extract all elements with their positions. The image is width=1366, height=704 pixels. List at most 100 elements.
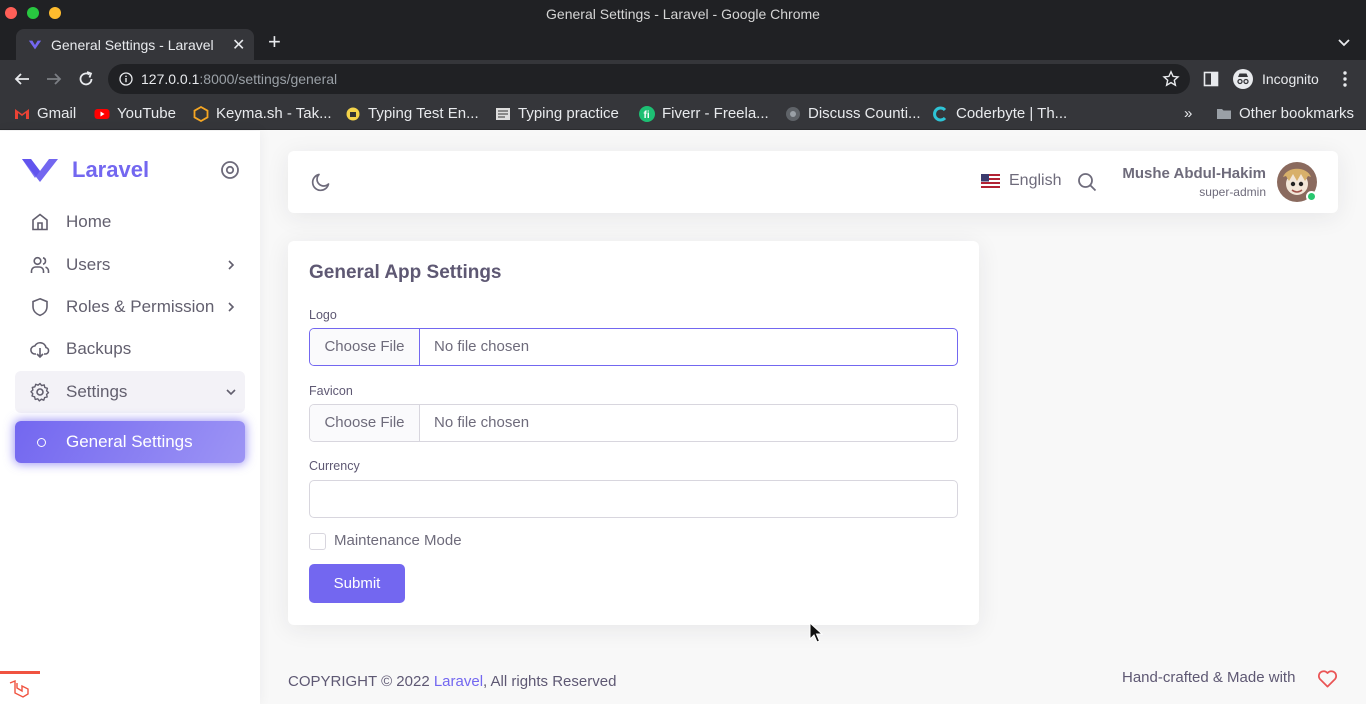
currency-label: Currency — [309, 459, 360, 473]
typingtest-icon — [346, 107, 360, 120]
sidebar-item-label: Home — [66, 212, 112, 231]
sidebar-toggle-icon[interactable] — [220, 160, 240, 180]
bookmark-discuss[interactable]: Discuss Counti... — [785, 105, 921, 122]
logo-label: Logo — [309, 308, 337, 322]
new-tab-button[interactable]: + — [268, 30, 281, 54]
shield-icon — [32, 297, 48, 317]
bookmark-coderbyte[interactable]: Coderbyte | Th... — [933, 105, 1067, 122]
sidebar: Laravel Home Users Roles & Permission Ba… — [0, 131, 260, 704]
url-text: 127.0.0.1:8000/settings/general — [141, 71, 337, 87]
bookmark-fiverr[interactable]: fi Fiverr - Freela... — [639, 105, 769, 122]
submit-button[interactable]: Submit — [309, 564, 405, 603]
bookmarks-bar: Gmail YouTube Keyma.sh - Tak... Typing T… — [0, 98, 1366, 130]
footer-copyright: COPYRIGHT © 2022 Laravel, All rights Res… — [288, 673, 616, 690]
browser-menu-icon[interactable] — [1336, 70, 1354, 88]
url-path: :8000/settings/general — [199, 71, 338, 87]
footer-brand-link[interactable]: Laravel — [434, 673, 483, 690]
maintenance-mode-label[interactable]: Maintenance Mode — [334, 532, 462, 549]
forward-arrow-icon[interactable] — [45, 70, 63, 88]
user-name[interactable]: Mushe Abdul-Hakim — [1122, 165, 1266, 182]
bookmark-star-icon[interactable] — [1162, 70, 1180, 88]
logo-choose-file-button[interactable]: Choose File — [310, 329, 420, 365]
reload-icon[interactable] — [77, 70, 95, 88]
sidebar-item-label: General Settings — [66, 432, 193, 451]
sidebar-item-label: Settings — [66, 382, 128, 401]
bookmark-label: Keyma.sh - Tak... — [216, 105, 332, 122]
bookmark-gmail[interactable]: Gmail — [14, 105, 76, 122]
tab-strip: General Settings - Laravel ✕ + — [0, 26, 1366, 60]
other-bookmarks[interactable]: Other bookmarks — [1216, 105, 1354, 122]
home-icon — [32, 213, 48, 231]
gmail-icon — [15, 108, 29, 119]
back-arrow-icon[interactable] — [13, 70, 31, 88]
currency-input[interactable] — [309, 480, 958, 518]
site-info-icon[interactable] — [119, 72, 133, 86]
folder-icon — [1217, 108, 1231, 119]
browser-tab[interactable]: General Settings - Laravel ✕ — [16, 29, 254, 60]
logo-file-input[interactable]: Choose File No file chosen — [309, 328, 958, 366]
footer-crafted-text: Hand-crafted & Made with — [1122, 669, 1296, 686]
laravel-logo-icon[interactable] — [22, 157, 58, 183]
sidebar-item-home[interactable]: Home — [15, 201, 245, 243]
brand-name[interactable]: Laravel — [72, 157, 149, 183]
incognito-label: Incognito — [1262, 71, 1319, 87]
bookmark-label: Typing practice — [518, 105, 619, 122]
address-bar[interactable]: 127.0.0.1:8000/settings/general — [108, 64, 1190, 94]
sidebar-item-label: Roles & Permission — [66, 297, 215, 316]
window-titlebar: General Settings - Laravel - Google Chro… — [0, 0, 1366, 26]
favicon-choose-file-button[interactable]: Choose File — [310, 405, 420, 441]
keymash-icon — [193, 105, 209, 122]
chevron-right-icon — [228, 260, 235, 270]
laravel-favicon-icon — [28, 40, 42, 50]
chevron-down-icon — [226, 389, 236, 396]
sidebar-item-label: Backups — [66, 339, 132, 358]
heart-icon — [1318, 670, 1337, 688]
sidebar-item-label: Users — [66, 255, 111, 274]
incognito-profile-button[interactable]: Incognito — [1230, 65, 1328, 93]
favicon-file-status: No file chosen — [434, 414, 530, 431]
side-panel-icon[interactable] — [1203, 71, 1219, 87]
general-settings-card: General App Settings Logo Choose File No… — [288, 241, 979, 625]
sidebar-item-users[interactable]: Users — [15, 244, 245, 286]
user-role: super-admin — [1199, 185, 1266, 199]
language-selector[interactable]: English — [1009, 172, 1061, 190]
circle-icon — [37, 438, 46, 447]
browser-toolbar: 127.0.0.1:8000/settings/general Incognit… — [0, 60, 1366, 98]
download-cloud-icon — [30, 342, 50, 359]
us-flag-icon[interactable] — [981, 174, 1000, 188]
tab-close-icon[interactable]: ✕ — [232, 35, 245, 55]
incognito-icon — [1233, 69, 1253, 89]
moon-icon[interactable] — [310, 171, 332, 193]
fiverr-icon: fi — [639, 105, 655, 122]
copyright-prefix: COPYRIGHT © 2022 — [288, 673, 434, 690]
bookmark-typing-practice[interactable]: Typing practice — [495, 105, 619, 122]
bookmarks-overflow-chevron-icon[interactable]: » — [1184, 105, 1192, 122]
sidebar-item-backups[interactable]: Backups — [15, 328, 245, 370]
bookmark-label: YouTube — [117, 105, 176, 122]
favicon-file-input[interactable]: Choose File No file chosen — [309, 404, 958, 442]
youtube-icon — [94, 108, 110, 119]
laravel-debug-badge[interactable] — [0, 671, 40, 704]
bookmark-label: Typing Test En... — [368, 105, 479, 122]
tab-title: General Settings - Laravel — [51, 37, 214, 53]
search-icon[interactable] — [1077, 172, 1097, 192]
other-bookmarks-label: Other bookmarks — [1239, 105, 1355, 122]
globe-icon — [786, 106, 800, 121]
laravel-mark-icon — [9, 680, 29, 698]
coderbyte-icon — [933, 106, 947, 121]
favicon-label: Favicon — [309, 384, 353, 398]
sidebar-item-settings[interactable]: Settings — [15, 371, 245, 413]
bookmark-typing-test[interactable]: Typing Test En... — [345, 105, 479, 122]
bookmark-youtube[interactable]: YouTube — [94, 105, 176, 122]
svg-text:fi: fi — [644, 110, 650, 121]
tab-search-icon[interactable] — [1336, 34, 1352, 50]
copyright-suffix: , All rights Reserved — [483, 673, 617, 690]
sidebar-item-roles-permission[interactable]: Roles & Permission — [15, 286, 245, 328]
sidebar-item-general-settings[interactable]: General Settings — [15, 421, 245, 463]
bookmark-keymash[interactable]: Keyma.sh - Tak... — [193, 105, 332, 122]
maintenance-mode-checkbox[interactable] — [309, 533, 326, 550]
app-viewport: Laravel Home Users Roles & Permission Ba… — [0, 131, 1366, 704]
card-title: General App Settings — [309, 262, 502, 283]
bookmark-label: Fiverr - Freela... — [662, 105, 769, 122]
chevron-right-icon — [228, 302, 235, 312]
